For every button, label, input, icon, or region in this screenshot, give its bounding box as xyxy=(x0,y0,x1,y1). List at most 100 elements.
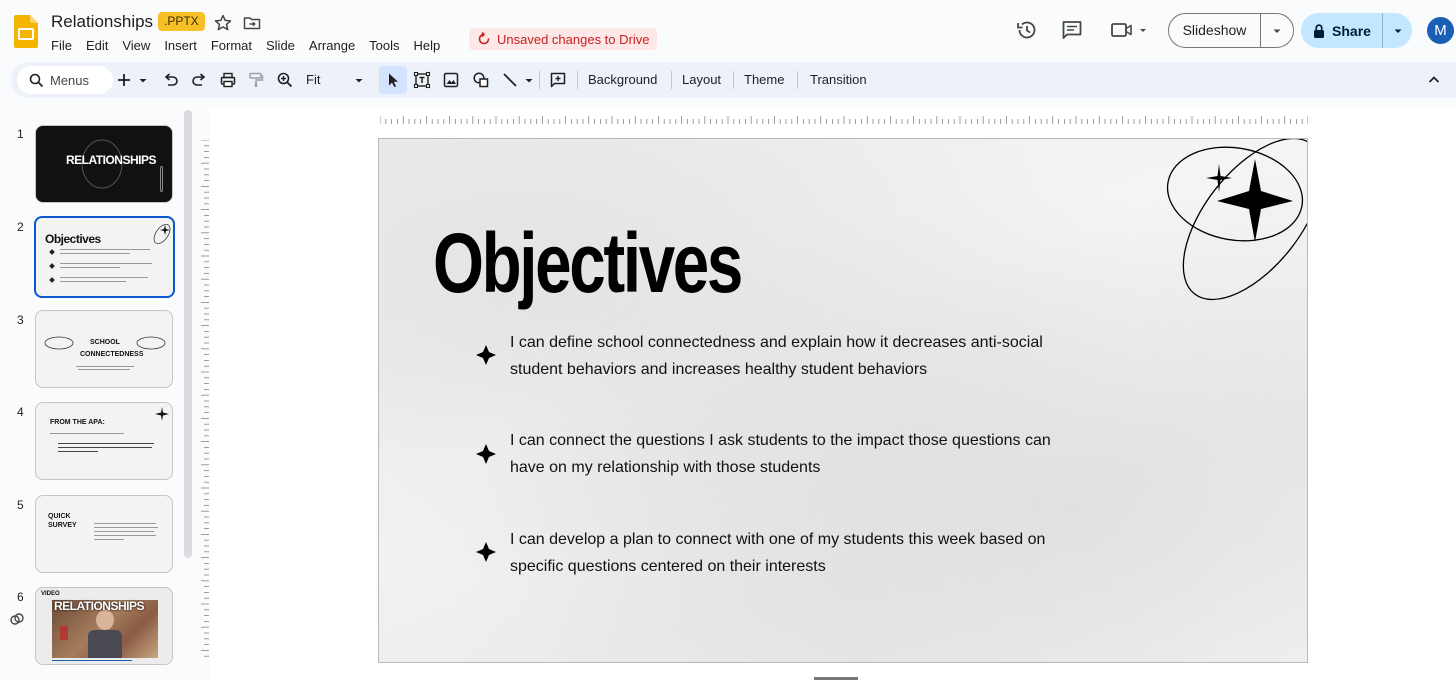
new-slide-layout-caret-icon[interactable] xyxy=(137,71,149,89)
current-slide[interactable]: Objectives I can define school connected… xyxy=(378,138,1308,663)
slide-title[interactable]: Objectives xyxy=(433,221,743,305)
collapse-toolbar-chevron-icon[interactable] xyxy=(1425,71,1443,89)
share-label: Share xyxy=(1332,22,1371,39)
line-caret-icon[interactable] xyxy=(523,71,535,89)
thumb-text-line xyxy=(60,263,152,264)
diamond-bullet-icon xyxy=(476,345,496,365)
menu-file[interactable]: File xyxy=(51,37,79,54)
caret-down-icon xyxy=(1273,29,1281,33)
main-toolbar: Menus Fit Background Layout Theme Transi… xyxy=(11,62,1456,98)
thumb-decoration xyxy=(160,166,163,192)
redo-icon[interactable] xyxy=(190,71,208,89)
menu-insert[interactable]: Insert xyxy=(164,37,204,54)
bullet-line: I can develop a plan to connect with one… xyxy=(510,531,1046,548)
insert-image-icon[interactable] xyxy=(442,71,460,89)
thumb-text-line xyxy=(60,249,150,250)
layout-button[interactable]: Layout xyxy=(682,72,721,87)
slideshow-label[interactable]: Slideshow xyxy=(1169,14,1261,47)
thumb-title: QUICK SURVEY xyxy=(48,513,77,529)
new-slide-icon[interactable] xyxy=(115,71,133,89)
toolbar-divider xyxy=(733,71,734,89)
caret-down-icon xyxy=(1394,29,1401,33)
text-box-icon[interactable] xyxy=(413,71,431,89)
zoom-level[interactable]: Fit xyxy=(306,72,320,87)
bullet-line: I can define school connectedness and ex… xyxy=(510,334,1043,351)
linked-objects-icon[interactable] xyxy=(9,611,25,627)
menu-view[interactable]: View xyxy=(122,37,157,54)
version-history-icon[interactable] xyxy=(1015,18,1039,42)
insert-comment-icon[interactable] xyxy=(549,71,567,89)
thumb-text-line xyxy=(94,535,156,536)
toolbar-divider xyxy=(539,71,540,89)
slide-thumbnail-2[interactable]: Objectives xyxy=(34,216,175,298)
thumb-title: Objectives xyxy=(45,232,101,246)
vertical-ruler[interactable] xyxy=(201,140,209,660)
comments-icon[interactable] xyxy=(1060,18,1084,42)
thumb-text-line xyxy=(50,433,124,434)
thumb-orbit-decoration xyxy=(44,336,74,350)
share-button[interactable]: Share xyxy=(1301,13,1412,48)
menu-format[interactable]: Format xyxy=(211,37,259,54)
line-icon[interactable] xyxy=(501,71,519,89)
theme-button[interactable]: Theme xyxy=(744,72,784,87)
menu-slide[interactable]: Slide xyxy=(266,37,302,54)
file-type-badge: .PPTX xyxy=(158,12,205,31)
objective-bullet-3[interactable]: I can develop a plan to connect with one… xyxy=(510,526,1070,580)
unsaved-changes-text: Unsaved changes to Drive xyxy=(497,31,650,47)
menu-help[interactable]: Help xyxy=(414,37,448,54)
transition-button[interactable]: Transition xyxy=(810,72,867,87)
bullet-line: I can connect the questions I ask studen… xyxy=(510,432,1051,449)
menus-search[interactable]: Menus xyxy=(17,66,113,94)
slide-number: 3 xyxy=(17,313,24,327)
objective-bullet-1[interactable]: I can define school connectedness and ex… xyxy=(510,329,1070,383)
thumb-text-line xyxy=(94,523,156,524)
meet-video-icon[interactable] xyxy=(1110,18,1150,42)
video-person xyxy=(96,610,114,630)
thumb-text-line xyxy=(60,267,120,268)
slide-number: 5 xyxy=(17,498,24,512)
filmstrip-scrollbar[interactable] xyxy=(184,110,192,558)
slide-number: 4 xyxy=(17,405,24,419)
menu-edit[interactable]: Edit xyxy=(86,37,115,54)
sparkle-orbit-decoration-icon[interactable] xyxy=(1165,138,1308,309)
menu-tools[interactable]: Tools xyxy=(369,37,406,54)
thumb-title: SCHOOL CONNECTEDNESS xyxy=(80,339,144,358)
slideshow-options-dropdown[interactable] xyxy=(1261,25,1293,37)
move-folder-icon[interactable] xyxy=(242,13,262,33)
menus-search-label: Menus xyxy=(50,72,90,88)
paint-format-icon[interactable] xyxy=(247,71,265,89)
undo-icon[interactable] xyxy=(162,71,180,89)
print-icon[interactable] xyxy=(219,71,237,89)
shape-icon[interactable] xyxy=(472,71,490,89)
menu-arrange[interactable]: Arrange xyxy=(309,37,362,54)
document-title[interactable]: Relationships xyxy=(51,12,153,32)
account-avatar[interactable]: M xyxy=(1427,17,1454,44)
slide-thumbnail-3[interactable]: SCHOOL CONNECTEDNESS xyxy=(35,310,173,388)
share-main[interactable]: Share xyxy=(1301,13,1383,48)
slide-thumbnail-5[interactable]: QUICK SURVEY xyxy=(35,495,173,573)
horizontal-ruler[interactable] xyxy=(380,116,1308,124)
select-cursor-icon[interactable] xyxy=(384,71,402,89)
thumb-text-line xyxy=(58,451,98,452)
background-button[interactable]: Background xyxy=(588,72,657,87)
slide-thumbnail-6[interactable]: VIDEO RELATIONSHIPS xyxy=(35,587,173,665)
thumb-text-line xyxy=(76,366,134,367)
thumb-text-line xyxy=(60,277,148,278)
share-options-dropdown[interactable] xyxy=(1383,25,1412,37)
zoom-icon[interactable] xyxy=(276,71,294,89)
toolbar-divider xyxy=(671,71,672,89)
unsaved-changes-status[interactable]: Unsaved changes to Drive xyxy=(469,28,658,50)
zoom-caret-icon[interactable] xyxy=(353,71,365,89)
thumb-bullet xyxy=(49,277,55,283)
slide-thumbnail-4[interactable]: FROM THE APA: xyxy=(35,402,173,480)
diamond-bullet-icon xyxy=(476,542,496,562)
thumb-sparkle-decoration xyxy=(155,407,169,421)
slideshow-button[interactable]: Slideshow xyxy=(1168,13,1294,48)
objective-bullet-2[interactable]: I can connect the questions I ask studen… xyxy=(510,427,1070,481)
star-icon[interactable] xyxy=(213,13,233,33)
toolbar-divider xyxy=(797,71,798,89)
slides-logo-icon[interactable] xyxy=(14,15,38,48)
slide-thumbnail-1[interactable]: RELATIONSHIPS xyxy=(35,125,173,203)
video-prop xyxy=(60,626,68,640)
video-person xyxy=(88,630,122,658)
